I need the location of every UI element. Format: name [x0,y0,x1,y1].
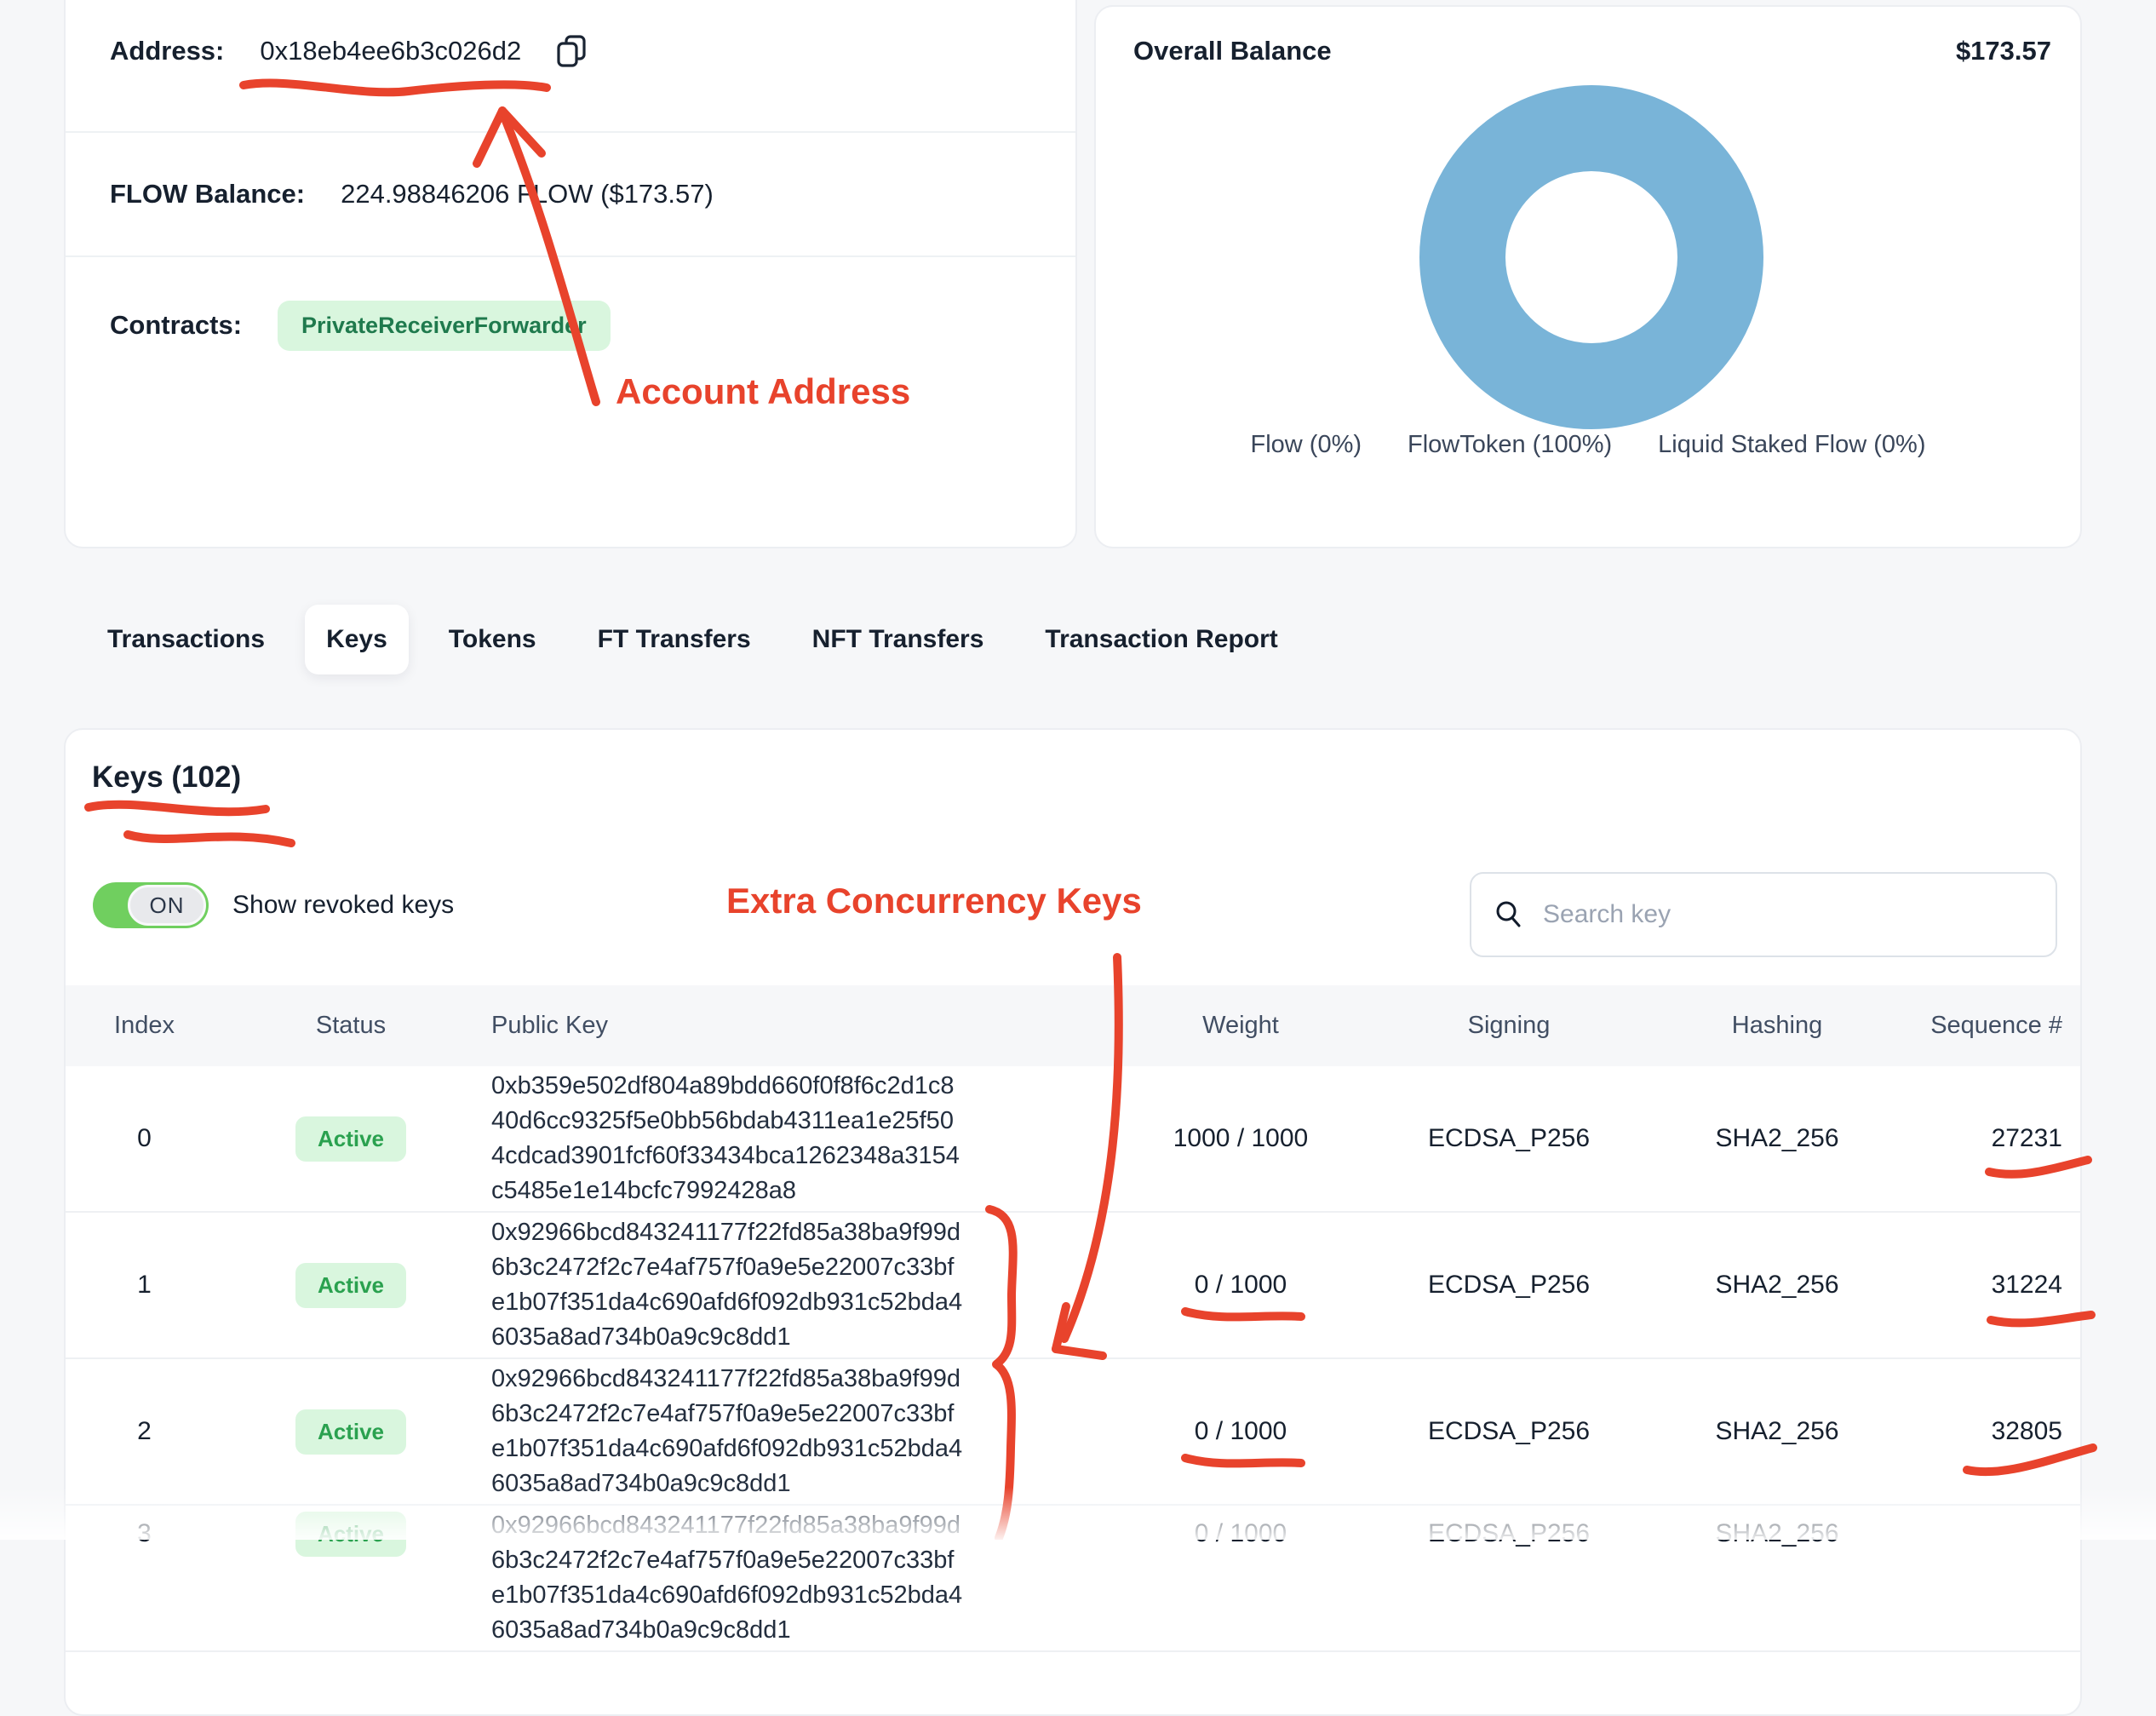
header-sequence: Sequence # [1884,1012,2082,1040]
public-key-value: 0x92966bcd843241177f22fd85a38ba9f99d6b3c… [491,1215,965,1355]
table-row: 2 Active 0x92966bcd843241177f22fd85a38ba… [66,1359,2082,1506]
header-public-key: Public Key [479,1012,1134,1040]
tab-nft-transfers[interactable]: NFT Transfers [791,605,1006,674]
show-revoked-keys-toggle[interactable]: ON [93,882,209,928]
key-search-box[interactable] [1470,872,2057,957]
key-weight: 0 / 1000 [1134,1519,1347,1548]
key-index: 0 [66,1124,223,1153]
search-icon [1494,898,1526,931]
key-hashing: SHA2_256 [1671,1124,1884,1153]
keys-table: Index Status Public Key Weight Signing H… [66,985,2082,1652]
flow-balance-value: 224.98846206 FLOW ($173.57) [341,179,714,209]
table-row: 0 Active 0xb359e502df804a89bdd660f0f8f6c… [66,1066,2082,1213]
status-badge: Active [295,1116,406,1162]
key-index: 1 [66,1271,223,1300]
tab-ft-transfers[interactable]: FT Transfers [576,605,772,674]
keys-panel: Keys (102) ON Show revoked keys Index St… [64,728,2082,1716]
status-badge: Active [295,1409,406,1455]
table-row: 1 Active 0x92966bcd843241177f22fd85a38ba… [66,1213,2082,1359]
keys-count-title: Keys (102) [92,760,241,795]
search-key-input[interactable] [1543,900,2020,929]
legend-item-flowtoken: FlowToken (100%) [1408,431,1612,459]
key-sequence: 31224 [1884,1271,2082,1300]
header-status: Status [223,1012,479,1040]
address-row: Address: 0x18eb4ee6b3c026d2 [66,0,1075,131]
balance-card-title: Overall Balance [1133,36,1332,66]
header-weight: Weight [1134,1012,1347,1040]
key-weight: 0 / 1000 [1134,1417,1347,1446]
overall-balance-card: Overall Balance $173.57 Flow (0%) FlowTo… [1094,5,2082,548]
header-signing: Signing [1347,1012,1671,1040]
address-value: 0x18eb4ee6b3c026d2 [260,36,521,66]
key-sequence: 27231 [1884,1124,2082,1153]
contract-badge[interactable]: PrivateReceiverForwarder [278,301,611,351]
address-label: Address: [110,36,224,66]
tab-tokens[interactable]: Tokens [427,605,558,674]
donut-legend: Flow (0%) FlowToken (100%) Liquid Staked… [1096,431,2080,459]
tab-transaction-report[interactable]: Transaction Report [1024,605,1299,674]
key-weight: 1000 / 1000 [1134,1124,1347,1153]
key-weight: 0 / 1000 [1134,1271,1347,1300]
key-index: 2 [66,1417,223,1446]
status-badge: Active [295,1263,406,1308]
table-row: 3 Active 0x92966bcd843241177f22fd85a38ba… [66,1506,2082,1652]
balance-total: $173.57 [1956,36,2051,66]
legend-item-flow: Flow (0%) [1251,431,1362,459]
key-signing: ECDSA_P256 [1347,1271,1671,1300]
key-signing: ECDSA_P256 [1347,1417,1671,1446]
donut-chart [1419,85,1763,429]
copy-icon [553,32,590,70]
key-hashing: SHA2_256 [1671,1417,1884,1446]
header-index: Index [66,1012,223,1040]
legend-item-liquid-staked: Liquid Staked Flow (0%) [1658,431,1925,459]
key-signing: ECDSA_P256 [1347,1519,1671,1548]
key-hashing: SHA2_256 [1671,1271,1884,1300]
copy-address-button[interactable] [552,32,591,71]
contracts-row: Contracts: PrivateReceiverForwarder [66,257,1075,393]
tab-keys[interactable]: Keys [305,605,409,674]
key-index: 3 [66,1519,223,1548]
account-tabs: Transactions Keys Tokens FT Transfers NF… [86,605,1299,674]
public-key-value: 0x92966bcd843241177f22fd85a38ba9f99d6b3c… [491,1508,965,1648]
annotation-account-address: Account Address [616,371,910,412]
tab-transactions[interactable]: Transactions [86,605,286,674]
header-hashing: Hashing [1671,1012,1884,1040]
show-revoked-keys-label: Show revoked keys [232,891,454,920]
status-badge: Active [295,1512,406,1557]
public-key-value: 0x92966bcd843241177f22fd85a38ba9f99d6b3c… [491,1362,965,1501]
key-signing: ECDSA_P256 [1347,1124,1671,1153]
key-hashing: SHA2_256 [1671,1519,1884,1548]
keys-table-header: Index Status Public Key Weight Signing H… [66,985,2082,1066]
key-sequence: 32805 [1884,1417,2082,1446]
account-summary-card: Address: 0x18eb4ee6b3c026d2 FLOW Balance… [64,0,1077,548]
flow-balance-row: FLOW Balance: 224.98846206 FLOW ($173.57… [66,133,1075,255]
public-key-value: 0xb359e502df804a89bdd660f0f8f6c2d1c840d6… [491,1069,965,1208]
toggle-knob: ON [128,885,206,926]
contracts-label: Contracts: [110,310,242,341]
annotation-extra-concurrency-keys: Extra Concurrency Keys [726,881,1142,921]
flow-balance-label: FLOW Balance: [110,179,305,209]
